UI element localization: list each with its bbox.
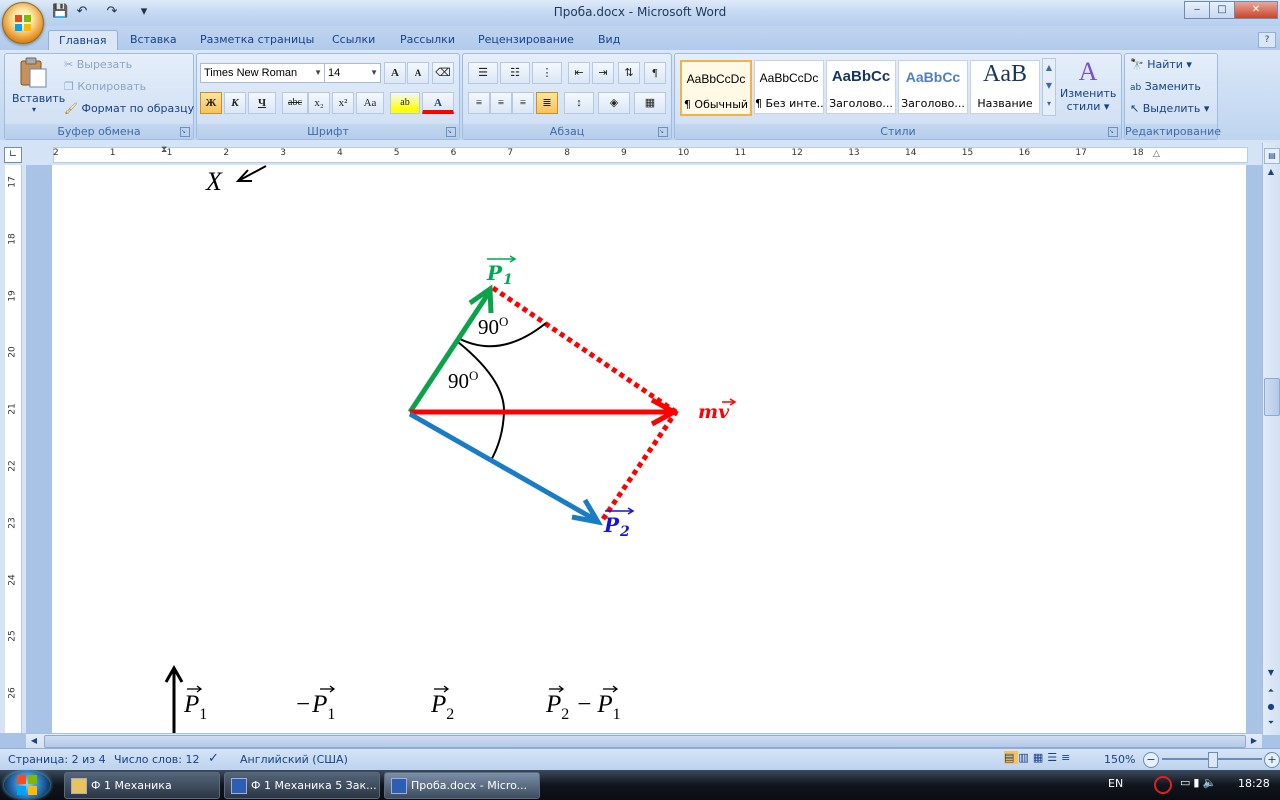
zoom-slider-thumb[interactable] — [1208, 752, 1218, 768]
zoom-level[interactable]: 150% — [1104, 753, 1135, 766]
vector-p1 — [407, 292, 491, 414]
scroll-up-icon[interactable]: ▲ — [1264, 165, 1278, 179]
axis-x-arrow — [239, 165, 267, 181]
zoom-out-icon[interactable]: − — [1143, 752, 1159, 768]
browse-object-icon[interactable]: ● — [1264, 700, 1278, 714]
page-count[interactable]: Страница: 2 из 4 — [8, 753, 106, 766]
view-ruler-icon[interactable]: ▤ — [1264, 148, 1280, 164]
safely-remove-icon: ▭ — [1180, 776, 1194, 789]
full-screen-reading-icon: ▥ — [1018, 751, 1033, 764]
office-button[interactable] — [2, 2, 44, 44]
web-layout-icon: ▦ — [1032, 751, 1048, 764]
horizontal-scroll-thumb[interactable] — [44, 735, 1246, 748]
scroll-left-icon[interactable]: ◀ — [28, 735, 40, 747]
p1-label: P1 — [486, 261, 513, 288]
word-icon — [231, 778, 247, 794]
angle-label-top: 90O — [478, 314, 508, 339]
taskbar-item-label: Ф 1 Механика — [91, 779, 172, 792]
bottom-term-3: P2 — [430, 691, 454, 723]
draft-icon: ≡ — [1061, 751, 1075, 764]
word-icon — [391, 778, 407, 794]
axis-x-label: X — [205, 167, 223, 196]
volume-icon: 🔈 — [1202, 776, 1220, 789]
vertical-scroll-thumb[interactable] — [1264, 378, 1280, 416]
scroll-down-icon[interactable]: ▼ — [1264, 666, 1278, 680]
start-button[interactable] — [4, 771, 50, 799]
scroll-right-icon[interactable]: ▶ — [1248, 735, 1260, 747]
folder-icon — [71, 778, 87, 794]
angle-label-middle: 90O — [448, 368, 478, 393]
red-dashed-side-2 — [600, 410, 679, 521]
taskbar-item-word-doc-1[interactable]: Ф 1 Механика 5 Зак... — [224, 772, 380, 799]
taskbar-item-label: Ф 1 Механика 5 Зак... — [251, 779, 377, 792]
print-layout-icon: ▤ — [1004, 751, 1019, 764]
previous-page-icon[interactable]: ⏶ — [1264, 684, 1278, 698]
taskbar-item-folder[interactable]: Ф 1 Механика — [64, 772, 220, 799]
bottom-term-4: P2− P1 — [545, 691, 621, 723]
bottom-term-2: −P1 — [296, 691, 335, 723]
mv-label: mv — [698, 401, 730, 423]
windows-logo-icon — [17, 775, 37, 795]
proofing-icon[interactable]: ✓ — [208, 751, 219, 766]
language-indicator[interactable]: Английский (США) — [240, 753, 348, 766]
vertical-scrollbar[interactable] — [1262, 143, 1280, 735]
office-logo-icon — [15, 15, 31, 31]
vector-diagram: X 90O 90O P1 P2 mv P1 −P1 P2 P2− P1 — [164, 165, 737, 733]
clock[interactable]: 18:28 — [1238, 777, 1270, 790]
word-count[interactable]: Число слов: 12 — [114, 753, 200, 766]
p2-label: P2 — [603, 513, 630, 540]
zoom-in-icon[interactable]: + — [1264, 752, 1280, 768]
bottom-term-1: P1 — [183, 691, 207, 723]
opera-icon[interactable] — [1154, 776, 1172, 794]
view-buttons[interactable]: ▤▥▦☰≡ — [1004, 751, 1102, 767]
taskbar-item-label: Проба.docx - Micro... — [411, 779, 528, 792]
tray-icons[interactable]: ▭▮🔈 — [1180, 776, 1219, 789]
input-language[interactable]: EN — [1108, 777, 1123, 790]
outline-icon: ☰ — [1047, 751, 1062, 764]
next-page-icon[interactable]: ⏷ — [1264, 716, 1278, 730]
red-dashed-side-1 — [491, 285, 678, 415]
taskbar-item-word-doc-2[interactable]: Проба.docx - Micro... — [384, 772, 540, 799]
